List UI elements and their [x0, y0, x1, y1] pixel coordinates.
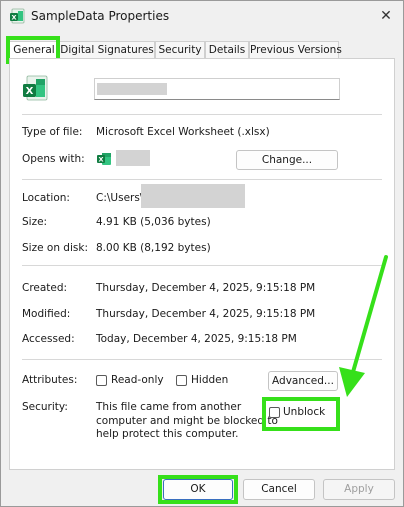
excel-file-icon: X — [23, 75, 48, 101]
security-label: Security: — [22, 401, 68, 413]
security-text-line-1: This file came from another — [96, 401, 242, 413]
accessed-value: Today, December 4, 2025, 9:15:18 PM — [96, 333, 297, 345]
location-value: C:\Users\ — [96, 192, 144, 204]
size-on-disk-label: Size on disk: — [22, 242, 88, 254]
separator — [22, 359, 382, 360]
hidden-label: Hidden — [191, 374, 229, 386]
svg-text:X: X — [98, 156, 103, 164]
close-button[interactable]: ✕ — [375, 5, 397, 27]
separator — [22, 179, 382, 180]
tab-security[interactable]: Security — [155, 41, 205, 59]
created-label: Created: — [22, 282, 68, 294]
excel-app-icon: X — [97, 153, 111, 165]
security-text-line-2: computer and might be blocked to — [96, 415, 278, 427]
modified-value: Thursday, December 4, 2025, 9:15:18 PM — [96, 308, 316, 320]
ok-button[interactable]: OK — [163, 479, 233, 500]
title-bar: X SampleData Properties ✕ — [1, 1, 403, 33]
read-only-checkbox[interactable] — [96, 375, 107, 386]
tab-previous-versions[interactable]: Previous Versions — [249, 41, 342, 59]
unblock-label: Unblock — [283, 406, 326, 418]
size-on-disk-value: 8.00 KB (8,192 bytes) — [96, 242, 211, 254]
unblock-checkbox[interactable] — [269, 407, 280, 418]
read-only-label: Read-only — [111, 374, 164, 386]
tab-strip: General Digital Signatures Security Deta… — [9, 41, 342, 59]
properties-dialog: X SampleData Properties ✕ General Digita… — [0, 0, 404, 507]
modified-label: Modified: — [22, 308, 71, 320]
created-value: Thursday, December 4, 2025, 9:15:18 PM — [96, 282, 316, 294]
window-title: SampleData Properties — [31, 9, 170, 23]
security-text-line-3: help protect this computer. — [96, 428, 239, 440]
cancel-button[interactable]: Cancel — [243, 479, 315, 500]
separator — [22, 265, 382, 266]
advanced-button[interactable]: Advanced... — [268, 371, 338, 391]
tab-details[interactable]: Details — [205, 41, 249, 59]
redacted-location — [141, 184, 245, 208]
tab-general[interactable]: General — [9, 41, 59, 59]
svg-text:X: X — [26, 86, 34, 97]
type-of-file-value: Microsoft Excel Worksheet (.xlsx) — [96, 126, 270, 138]
opens-with-label: Opens with: — [22, 153, 85, 165]
hidden-checkbox[interactable] — [176, 375, 187, 386]
attributes-label: Attributes: — [22, 374, 78, 386]
excel-file-icon: X — [10, 8, 25, 24]
type-of-file-label: Type of file: — [22, 126, 83, 138]
close-icon: ✕ — [380, 8, 392, 24]
redacted-file-name — [97, 83, 167, 95]
annotation-arrow-icon — [339, 255, 388, 397]
accessed-label: Accessed: — [22, 333, 75, 345]
separator — [22, 114, 382, 115]
tab-digital-signatures[interactable]: Digital Signatures — [59, 41, 155, 59]
apply-button[interactable]: Apply — [323, 479, 395, 500]
file-name-field[interactable] — [94, 78, 340, 100]
size-label: Size: — [22, 216, 48, 228]
redacted-app-name — [116, 150, 150, 166]
change-button[interactable]: Change... — [236, 150, 338, 170]
svg-text:X: X — [11, 14, 16, 22]
location-label: Location: — [22, 192, 70, 204]
size-value: 4.91 KB (5,036 bytes) — [96, 216, 211, 228]
